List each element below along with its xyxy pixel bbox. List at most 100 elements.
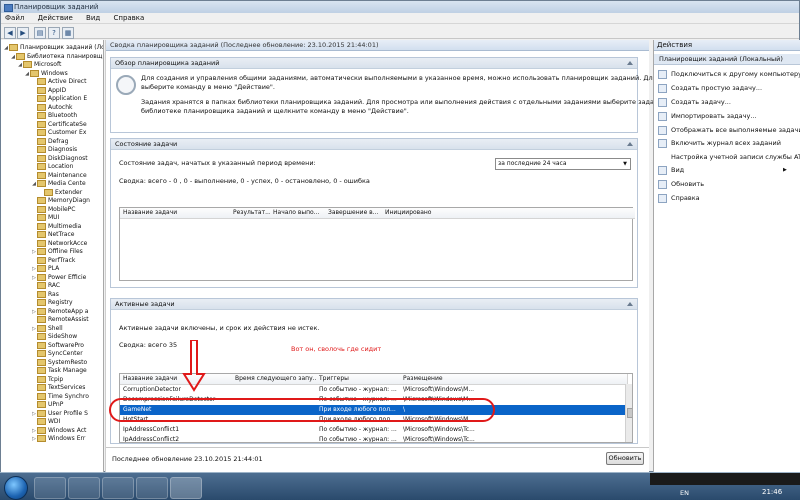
overview-text-1: Для создания и управления общими задания… xyxy=(141,74,683,82)
action-item[interactable]: Настройка учетной записи службы AT xyxy=(658,151,800,163)
scrollbar-thumb[interactable] xyxy=(627,408,632,418)
tree-item-label: Windows Err xyxy=(48,435,86,442)
menu-view[interactable]: Вид xyxy=(86,13,100,24)
col-result[interactable]: Результат... xyxy=(230,208,274,219)
collapse-chevron-icon[interactable] xyxy=(627,142,633,146)
action-item[interactable]: Обновить xyxy=(658,178,704,190)
collapse-chevron-icon[interactable] xyxy=(627,302,633,306)
show-hide-tree-icon[interactable]: ▤ xyxy=(34,27,46,39)
task-status-section: Состояние задачи Состояние задач, начаты… xyxy=(110,138,638,288)
folder-icon xyxy=(37,154,46,162)
action-label: Включить журнал всех заданий xyxy=(671,139,781,147)
action-item[interactable]: Вид ▶ xyxy=(658,164,787,176)
table-cell: По событию - журнал: ... xyxy=(319,426,397,433)
folder-icon xyxy=(37,197,46,204)
folder-icon xyxy=(37,358,46,366)
tree-item-label: MUI xyxy=(48,214,60,221)
folder-icon xyxy=(37,316,46,323)
actions-subheader[interactable]: Планировщик заданий (Локальный) xyxy=(654,54,800,65)
navigation-tree: ◢Планировщик заданий (Локальный)◢Библиот… xyxy=(1,40,104,473)
table-row[interactable]: IpAddressConflict2 По событию - журнал: .… xyxy=(120,435,625,442)
task-status-title[interactable]: Состояние задачи xyxy=(111,139,637,150)
help-icon[interactable]: ? xyxy=(48,27,60,39)
history-icon xyxy=(658,138,667,148)
task-status-grid: Название задачи Результат... Начало выпо… xyxy=(119,207,635,281)
folder-icon xyxy=(37,418,46,425)
action-item[interactable]: Создать простую задачу... xyxy=(658,82,762,94)
folder-icon xyxy=(37,214,46,221)
action-item[interactable]: Включить журнал всех заданий xyxy=(658,137,781,149)
folder-icon xyxy=(37,350,46,357)
active-tasks-title-text: Активные задачи xyxy=(115,300,175,308)
folder-icon xyxy=(37,78,46,85)
action-label: Подключиться к другому компьютеру... xyxy=(671,70,800,78)
active-tasks-title[interactable]: Активные задачи xyxy=(111,299,637,310)
tree-item-label: Location xyxy=(48,163,74,170)
start-button[interactable] xyxy=(4,476,28,500)
forward-icon[interactable]: ▶ xyxy=(17,27,29,39)
tree-item-label: RemoteAssist xyxy=(48,316,89,323)
col-triggers[interactable]: Триггеры xyxy=(316,374,404,385)
tree-item-label: Time Synchro xyxy=(48,392,89,400)
tree-item-label: Windows Act xyxy=(48,426,87,434)
col-task-name[interactable]: Название задачи xyxy=(120,208,234,219)
import-icon xyxy=(658,111,667,121)
tree-item-label: MobilePC xyxy=(48,205,76,213)
taskbar-task-scheduler-icon[interactable] xyxy=(170,477,202,499)
col-location[interactable]: Размещение xyxy=(400,374,628,385)
overview-title[interactable]: Обзор планировщика заданий xyxy=(111,58,637,69)
annotation-text: Вот он, сволочь где сидит xyxy=(291,345,382,353)
tree-item[interactable]: ▷ Windows Err xyxy=(31,434,85,443)
folder-icon xyxy=(37,409,46,417)
clock[interactable]: 21:46 xyxy=(762,488,782,496)
language-indicator[interactable]: EN xyxy=(680,489,689,497)
tree-item-label: Autochk xyxy=(48,103,73,111)
help-icon xyxy=(658,193,667,203)
col-next-run[interactable]: Время следующего запу... xyxy=(232,374,320,385)
action-label: Создать задачу... xyxy=(671,98,731,106)
folder-icon xyxy=(37,375,46,383)
collapse-chevron-icon[interactable] xyxy=(627,61,633,65)
menu-help[interactable]: Справка xyxy=(113,13,144,24)
action-label: Отображать все выполняемые задачи xyxy=(671,126,800,134)
folder-icon xyxy=(37,392,46,400)
overview-text-3: Задания хранятся в папках библиотеки пла… xyxy=(141,98,673,106)
col-active-task-name[interactable]: Название задачи xyxy=(120,374,236,385)
folder-icon xyxy=(37,401,46,408)
col-start[interactable]: Начало выпо... xyxy=(270,208,329,219)
period-select[interactable]: за последние 24 часа ▼ xyxy=(495,158,631,170)
menu-file[interactable]: Файл xyxy=(5,13,24,24)
table-row[interactable]: IpAddressConflict1 По событию - журнал: .… xyxy=(120,425,625,435)
col-initiated[interactable]: Инициировано xyxy=(382,208,635,219)
action-item[interactable]: Отображать все выполняемые задачи xyxy=(658,124,800,136)
folder-icon xyxy=(9,44,18,51)
folder-icon xyxy=(37,205,46,213)
taskbar-explorer-icon[interactable] xyxy=(34,477,66,499)
active-tasks-desc: Активные задачи включены, и срок их дейс… xyxy=(119,324,320,332)
folder-icon xyxy=(37,265,46,272)
tree-item-label: PLA xyxy=(48,265,60,272)
taskbar-app-icon[interactable] xyxy=(136,477,168,499)
folder-icon xyxy=(37,282,46,289)
submenu-arrow-icon: ▶ xyxy=(783,167,787,173)
properties-icon[interactable]: ▦ xyxy=(62,27,74,39)
refresh-button[interactable]: Обновить xyxy=(606,452,644,465)
tree-item-label: Active Direct xyxy=(48,78,87,85)
clock-icon xyxy=(116,75,136,95)
action-item[interactable]: Создать задачу... xyxy=(658,96,731,108)
grid-scrollbar[interactable] xyxy=(625,384,632,442)
col-end[interactable]: Завершение в... xyxy=(325,208,386,219)
tree-item-label: RemoteApp a xyxy=(48,307,89,315)
back-icon[interactable]: ◀ xyxy=(4,27,16,39)
action-item[interactable]: Подключиться к другому компьютеру... xyxy=(658,68,800,80)
menu-action[interactable]: Действие xyxy=(38,13,73,24)
taskbar-player-icon[interactable] xyxy=(68,477,100,499)
taskbar-browser-icon[interactable] xyxy=(102,477,134,499)
action-label: Справка xyxy=(671,194,700,202)
action-item[interactable]: Справка xyxy=(658,192,700,204)
media-player-mini[interactable] xyxy=(650,473,800,485)
tree-item-label: User Profile S xyxy=(48,409,88,417)
running-tasks-icon xyxy=(658,125,667,135)
action-item[interactable]: Импортировать задачу... xyxy=(658,110,757,122)
table-cell: По событию - журнал: ... xyxy=(319,386,397,393)
